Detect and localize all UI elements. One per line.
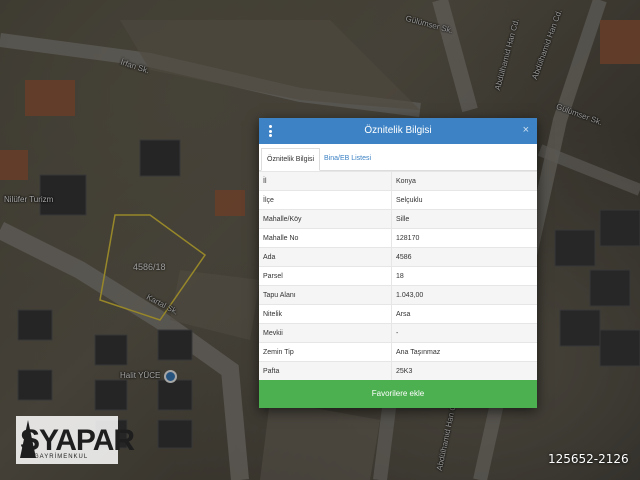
- attribute-value: Sille: [391, 209, 537, 229]
- table-row: Ada 4586: [259, 247, 537, 267]
- attribute-key: Zemin Tip: [259, 342, 392, 362]
- attribute-value: -: [391, 323, 537, 343]
- attribute-value: Arsa: [391, 304, 537, 324]
- attribute-value: 4586: [391, 247, 537, 267]
- attribute-value: 18: [391, 266, 537, 286]
- attribute-key: Mahalle No: [259, 228, 392, 248]
- table-row: Pafta 25K3: [259, 361, 537, 380]
- tab-attribute-info[interactable]: Öznitelik Bilgisi: [261, 148, 321, 171]
- add-favorite-button[interactable]: Favorilere ekle: [259, 380, 537, 408]
- attribute-info-modal: Öznitelik Bilgisi × Öznitelik Bilgisi Bi…: [259, 118, 537, 408]
- attribute-table: İl Konya İlçe Selçuklu Mahalle/Köy Sille Mahal…: [259, 171, 537, 380]
- table-row: Nitelik Arsa: [259, 304, 537, 324]
- attribute-key: Mevkii: [259, 323, 392, 343]
- brand-logo: SYAPAR GAYRİMENKUL: [16, 416, 135, 464]
- attribute-key: Pafta: [259, 361, 392, 380]
- table-row: İl Konya: [259, 171, 537, 191]
- logo-brand: SYAPAR: [20, 424, 135, 457]
- modal-header: Öznitelik Bilgisi ×: [259, 118, 537, 144]
- attribute-key: İlçe: [259, 190, 392, 210]
- logo-tagline: GAYRİMENKUL: [34, 454, 89, 460]
- attribute-key: Ada: [259, 247, 392, 267]
- table-row: Mahalle No 128170: [259, 228, 537, 248]
- attribute-key: İl: [259, 171, 392, 191]
- attribute-value: Ana Taşınmaz: [391, 342, 537, 362]
- table-row: Tapu Alanı 1.043,00: [259, 285, 537, 305]
- table-row: Parsel 18: [259, 266, 537, 286]
- tab-building-list[interactable]: Bina/EB Listesi: [319, 148, 376, 169]
- table-row: Zemin Tip Ana Taşınmaz: [259, 342, 537, 362]
- tab-bar: Öznitelik Bilgisi Bina/EB Listesi: [259, 144, 537, 171]
- attribute-value: Selçuklu: [391, 190, 537, 210]
- modal-title: Öznitelik Bilgisi: [364, 125, 432, 136]
- attribute-value: 1.043,00: [391, 285, 537, 305]
- attribute-key: Tapu Alanı: [259, 285, 392, 305]
- attribute-value: 25K3: [391, 361, 537, 380]
- listing-id: 125652-2126: [548, 452, 629, 466]
- attribute-value: Konya: [391, 171, 537, 191]
- table-row: Mevkii -: [259, 323, 537, 343]
- table-row: İlçe Selçuklu: [259, 190, 537, 210]
- close-button[interactable]: ×: [523, 124, 529, 136]
- attribute-value: 128170: [391, 228, 537, 248]
- attribute-key: Parsel: [259, 266, 392, 286]
- attribute-key: Mahalle/Köy: [259, 209, 392, 229]
- table-row: Mahalle/Köy Sille: [259, 209, 537, 229]
- attribute-key: Nitelik: [259, 304, 392, 324]
